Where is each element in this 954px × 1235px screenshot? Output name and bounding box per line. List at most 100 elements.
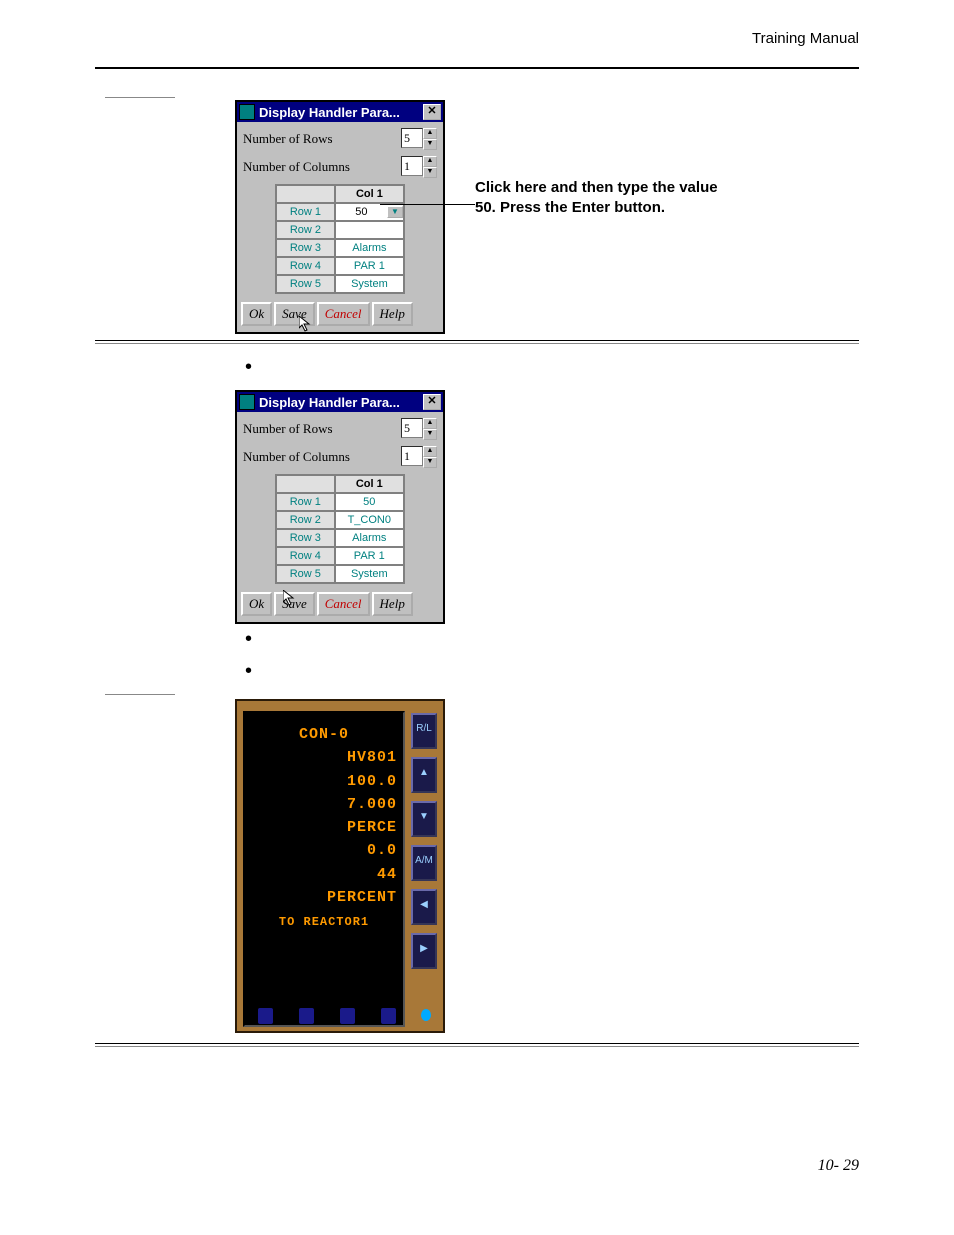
grid-cell-value[interactable]: 50	[336, 206, 387, 218]
section-divider	[95, 340, 859, 344]
ctrl-line-zero: 0.0	[251, 839, 397, 862]
grid-cell-r5[interactable]: System	[335, 275, 404, 293]
page-number: 10- 29	[818, 1157, 859, 1175]
header-divider	[95, 67, 859, 69]
grid-cell-r3[interactable]: Alarms	[335, 529, 404, 547]
close-icon[interactable]: ✕	[423, 394, 441, 410]
display-handler-dialog-2: Display Handler Para... ✕ Number of Rows…	[235, 390, 445, 624]
knob-4[interactable]	[380, 1007, 397, 1025]
grid-row-header: Row 4	[276, 547, 335, 565]
btn-down[interactable]: ▼	[411, 801, 437, 837]
section-divider-bottom	[95, 1043, 859, 1047]
cols-label: Number of Columns	[243, 159, 401, 175]
save-button[interactable]: Save	[274, 592, 315, 616]
grid-col-header: Col 1	[335, 475, 404, 493]
ctrl-line-units: PERCE	[251, 816, 397, 839]
grid-cell-r5[interactable]: System	[335, 565, 404, 583]
page-header: Training Manual	[95, 30, 859, 47]
app-icon	[239, 394, 255, 410]
app-icon	[239, 104, 255, 120]
grid-row-header: Row 3	[276, 239, 335, 257]
rows-up-icon[interactable]: ▲	[423, 418, 437, 429]
btn-up[interactable]: ▲	[411, 757, 437, 793]
btn-am[interactable]: A/M	[411, 845, 437, 881]
cols-down-icon[interactable]: ▼	[423, 457, 437, 468]
btn-right[interactable]: ▶	[411, 933, 437, 969]
ctrl-line-span: 100.0	[251, 770, 397, 793]
section-underline-1	[105, 97, 175, 98]
rows-label: Number of Rows	[243, 421, 401, 437]
titlebar[interactable]: Display Handler Para... ✕	[237, 102, 443, 122]
bullet-2: •	[245, 634, 859, 644]
knob-1[interactable]	[257, 1007, 274, 1025]
grid-row-header: Row 2	[276, 221, 335, 239]
cols-value[interactable]: 1	[401, 156, 423, 176]
grid-row-header: Row 3	[276, 529, 335, 547]
help-button[interactable]: Help	[372, 302, 413, 326]
rows-value[interactable]: 5	[401, 128, 423, 148]
close-icon[interactable]: ✕	[423, 104, 441, 120]
dialog-title: Display Handler Para...	[259, 105, 423, 120]
cols-label: Number of Columns	[243, 449, 401, 465]
rows-down-icon[interactable]: ▼	[423, 139, 437, 150]
grid-col-header: Col 1	[335, 185, 404, 203]
rows-label: Number of Rows	[243, 131, 401, 147]
controller-buttons: R/L ▲ ▼ A/M ◀ ▶	[411, 711, 437, 1027]
grid-cell-r2[interactable]: T_CON0	[335, 511, 404, 529]
ctrl-line-out: 44	[251, 863, 397, 886]
cols-value[interactable]: 1	[401, 446, 423, 466]
bullet-1: •	[245, 362, 859, 372]
controller-faceplate: CON-0 HV801 100.0 7.000 PERCE 0.0 44 PER…	[235, 699, 445, 1033]
grid-row-header: Row 2	[276, 511, 335, 529]
btn-rl[interactable]: R/L	[411, 713, 437, 749]
cols-up-icon[interactable]: ▲	[423, 156, 437, 167]
help-button[interactable]: Help	[372, 592, 413, 616]
ctrl-line-loop: HV801	[251, 746, 397, 769]
dialog-title: Display Handler Para...	[259, 395, 423, 410]
callout-line	[380, 204, 475, 205]
callout-text: Click here and then type the value 50. P…	[475, 178, 735, 217]
grid-row-header: Row 1	[276, 203, 335, 221]
ctrl-line-pv: 7.000	[251, 793, 397, 816]
config-grid[interactable]: Col 1 Row 1 50 Row 2 T_CON0 Row 3 Alarms	[275, 474, 405, 584]
ctrl-line-desc: TO REACTOR1	[251, 913, 397, 932]
cols-up-icon[interactable]: ▲	[423, 446, 437, 457]
grid-cell-r4[interactable]: PAR 1	[335, 547, 404, 565]
cols-down-icon[interactable]: ▼	[423, 167, 437, 178]
grid-row-header: Row 5	[276, 565, 335, 583]
grid-row-header: Row 1	[276, 493, 335, 511]
display-handler-dialog-1: Display Handler Para... ✕ Number of Rows…	[235, 100, 445, 334]
config-grid[interactable]: Col 1 Row 1 50 ▼ Row 2	[275, 184, 405, 294]
grid-corner	[276, 185, 335, 203]
cols-spinbox[interactable]: 1 ▲ ▼	[401, 156, 437, 178]
rows-spinbox[interactable]: 5 ▲ ▼	[401, 418, 437, 440]
ctrl-line-tag: CON-0	[251, 723, 397, 746]
power-led-icon	[421, 1009, 431, 1021]
rows-down-icon[interactable]: ▼	[423, 429, 437, 440]
section-underline-2	[105, 694, 175, 695]
grid-corner	[276, 475, 335, 493]
ok-button[interactable]: Ok	[241, 592, 272, 616]
btn-left[interactable]: ◀	[411, 889, 437, 925]
grid-row-header: Row 4	[276, 257, 335, 275]
grid-cell-r1[interactable]: 50	[335, 493, 404, 511]
save-button[interactable]: Save	[274, 302, 315, 326]
knob-3[interactable]	[339, 1007, 356, 1025]
cancel-button[interactable]: Cancel	[317, 592, 370, 616]
titlebar[interactable]: Display Handler Para... ✕	[237, 392, 443, 412]
ctrl-line-outu: PERCENT	[251, 886, 397, 909]
rows-spinbox[interactable]: 5 ▲ ▼	[401, 128, 437, 150]
controller-screen: CON-0 HV801 100.0 7.000 PERCE 0.0 44 PER…	[243, 711, 405, 1027]
rows-up-icon[interactable]: ▲	[423, 128, 437, 139]
rows-value[interactable]: 5	[401, 418, 423, 438]
cancel-button[interactable]: Cancel	[317, 302, 370, 326]
grid-cell-r4[interactable]: PAR 1	[335, 257, 404, 275]
bullet-3: •	[245, 666, 859, 676]
dropdown-icon[interactable]: ▼	[387, 206, 403, 218]
grid-cell-r3[interactable]: Alarms	[335, 239, 404, 257]
grid-cell-r2[interactable]	[335, 221, 404, 239]
knob-2[interactable]	[298, 1007, 315, 1025]
ok-button[interactable]: Ok	[241, 302, 272, 326]
grid-cell-r1[interactable]: 50 ▼	[335, 203, 404, 221]
cols-spinbox[interactable]: 1 ▲ ▼	[401, 446, 437, 468]
